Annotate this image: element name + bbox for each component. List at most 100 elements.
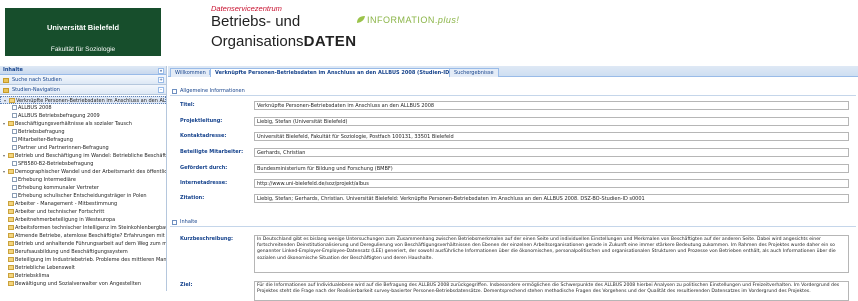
- study-tree: ▾ Verknüpfte Personen-Betriebsdaten im An…: [0, 95, 166, 288]
- tab-search-results[interactable]: Suchergebnisse: [449, 68, 499, 77]
- document-icon: [12, 113, 17, 118]
- contents-section: Inhalte Kurzbeschreibung: In Deutschland…: [170, 218, 856, 301]
- contents-header[interactable]: Inhalte: [170, 218, 856, 227]
- folder-icon: [8, 249, 14, 254]
- funded-by-field[interactable]: Bundesministerium für Bildung und Forsch…: [254, 164, 849, 173]
- document-icon: [12, 185, 17, 190]
- tree-item-label: Partner und Partnerinnen-Befragung: [18, 145, 109, 151]
- tree-folder[interactable]: Arbeitsformen technischer Intelligenz im…: [0, 224, 166, 232]
- contact-address-field[interactable]: Universität Bielefeld, Fakultät für Sozi…: [254, 132, 849, 141]
- sidebar-title: Inhalte: [3, 67, 23, 73]
- field-row-project-lead: Projektleitung: Liebig, Stefan (Universit…: [170, 116, 856, 127]
- tree-item-label: Arbeitnehmerbeteiligung in Westeuropa: [15, 217, 116, 223]
- search-studies-panel[interactable]: Suche nach Studien +: [0, 75, 166, 85]
- tree-item-label: Betriebsbefragung: [18, 129, 65, 135]
- sidebar: Inhalte « Suche nach Studien + Studien-N…: [0, 66, 167, 291]
- search-studies-label: Suche nach Studien: [12, 77, 62, 83]
- page-header: Universität Bielefeld Fakultät für Sozio…: [0, 0, 858, 66]
- tab-study-s0001[interactable]: Verknüpfte Personen-Betriebsdaten im Ans…: [210, 68, 478, 77]
- folder-icon: [8, 209, 14, 214]
- folder-icon: [8, 273, 14, 278]
- document-icon: [12, 105, 17, 110]
- tree-folder[interactable]: Betrieb und anhaltende Führungsarbeit au…: [0, 240, 166, 248]
- folder-icon: [8, 265, 14, 270]
- tree-item-label: Erhebung Intermediäre: [18, 177, 76, 183]
- navigation-folder-icon: [3, 88, 9, 93]
- field-row-citation: Zitation: Liebig, Stefan; Gerhards, Chris…: [170, 193, 856, 204]
- tree-folder[interactable]: Arbeiter und technischer Fortschritt: [0, 208, 166, 216]
- tree-item-label: ALLBUS Betriebsbefragung 2009: [18, 113, 100, 119]
- tree-item-label: Mitarbeiter-Befragung: [18, 137, 73, 143]
- contact-address-label: Kontaktadresse:: [180, 133, 227, 139]
- tree-item-label: Beschäftigungsverhältnisse als sozialer …: [15, 121, 132, 127]
- field-row-short-description: Kurzbeschreibung: In Deutschland gibt es…: [170, 234, 856, 273]
- title-label: Titel:: [180, 102, 195, 108]
- site-title-line1: Betriebs- und: [211, 13, 301, 30]
- university-logo[interactable]: Universität Bielefeld Fakultät für Sozio…: [5, 8, 161, 56]
- tree-leaf[interactable]: Partner und Partnerinnen-Befragung: [0, 144, 166, 152]
- search-folder-icon: [3, 78, 9, 83]
- tab-bar: Willkommen× Verknüpfte Personen-Betriebs…: [168, 66, 858, 77]
- website-field[interactable]: http://www.uni-bielefeld.de/soz/projekt/…: [254, 179, 849, 188]
- project-lead-label: Projektleitung:: [180, 118, 223, 124]
- general-information-section: Allgemeine Informationen Titel: Verknüpft…: [170, 87, 856, 203]
- tree-item-label: Erhebung kommunaler Vertreter: [18, 185, 99, 191]
- tree-folder[interactable]: Arbeiter - Management - Mitbestimmung: [0, 200, 166, 208]
- document-icon: [12, 145, 17, 150]
- tree-item-label: Bewältigung und Sozialverwalter von Ange…: [15, 281, 142, 287]
- tree-folder[interactable]: ▾ Verknüpfte Personen-Betriebsdaten im An…: [0, 96, 166, 104]
- expand-icon[interactable]: +: [158, 76, 164, 83]
- tree-leaf[interactable]: Erhebung Intermediäre: [0, 176, 166, 184]
- tree-leaf[interactable]: Erhebung schulischer Entscheidungsträger…: [0, 192, 166, 200]
- citation-field[interactable]: Liebig, Stefan; Gerhards, Christian. Uni…: [254, 194, 849, 203]
- tree-folder[interactable]: ▾ Demographischer Wandel und der Arbeitsm…: [0, 168, 166, 176]
- tree-item-label: Berufsausbildung und Beschäftigungssyste…: [15, 249, 128, 255]
- short-description-field[interactable]: In Deutschland gibt es bislang wenige Un…: [254, 235, 849, 273]
- website-label: Internetadresse:: [180, 180, 228, 186]
- information-plus-logo[interactable]: INFORMATION.plus!: [356, 15, 459, 25]
- tree-folder[interactable]: ▾ Beschäftigungsverhältnisse als sozialer…: [0, 120, 166, 128]
- citation-label: Zitation:: [180, 195, 205, 201]
- tree-leaf[interactable]: ALLBUS 2008: [0, 104, 166, 112]
- main-panel: Willkommen× Verknüpfte Personen-Betriebs…: [168, 66, 858, 301]
- collapse-toggle-icon[interactable]: [172, 220, 177, 225]
- tree-leaf[interactable]: ALLBUS Betriebsbefragung 2009: [0, 112, 166, 120]
- goal-field[interactable]: Für die Informationen auf Individualeben…: [254, 281, 849, 301]
- title-field[interactable]: Verknüpfte Personen-Betriebsdaten im Ans…: [254, 101, 849, 110]
- tree-item-label: Beteiligung im Industriebetrieb. Problem…: [15, 257, 166, 263]
- folder-icon: [8, 217, 14, 222]
- field-row-goal: Ziel: Für die Informationen auf Individu…: [170, 280, 856, 301]
- staff-field[interactable]: Gerhards, Christian: [254, 148, 849, 157]
- university-name: Universität Bielefeld: [46, 23, 120, 32]
- general-information-header[interactable]: Allgemeine Informationen: [170, 87, 856, 96]
- minimize-icon[interactable]: –: [158, 86, 164, 93]
- tree-folder[interactable]: Atmende Betriebe, atemlose Beschäftigte?…: [0, 232, 166, 240]
- tree-leaf[interactable]: Mitarbeiter-Befragung: [0, 136, 166, 144]
- folder-icon: [9, 98, 15, 103]
- faculty-name: Fakultät für Soziologie: [50, 46, 116, 53]
- tree-leaf[interactable]: Betriebsbefragung: [0, 128, 166, 136]
- folder-icon: [8, 241, 14, 246]
- tree-folder[interactable]: Beteiligung im Industriebetrieb. Problem…: [0, 256, 166, 264]
- datenservicezentrum-label: Datenservicezentrum: [211, 4, 282, 13]
- tree-item-label: SFB580-B2-Betriebsbefragung: [18, 161, 94, 167]
- tree-leaf[interactable]: Erhebung kommunaler Vertreter: [0, 184, 166, 192]
- tree-folder[interactable]: Bewältigung und Sozialverwalter von Ange…: [0, 280, 166, 288]
- project-lead-field[interactable]: Liebig, Stefan (Universität Bielefeld): [254, 117, 849, 126]
- study-navigation-panel[interactable]: Studien-Navigation –: [0, 85, 166, 95]
- tree-item-label: Betrieb und Beschäftigung im Wandel: Bet…: [15, 153, 166, 159]
- tree-folder[interactable]: ▾ Betrieb und Beschäftigung im Wandel: Be…: [0, 152, 166, 160]
- folder-icon: [8, 201, 14, 206]
- document-icon: [12, 129, 17, 134]
- field-row-title: Titel: Verknüpfte Personen-Betriebsdaten …: [170, 100, 856, 111]
- collapse-icon[interactable]: «: [158, 67, 164, 74]
- collapse-toggle-icon[interactable]: [172, 89, 177, 94]
- folder-icon: [8, 225, 14, 230]
- tree-folder[interactable]: Berufsausbildung und Beschäftigungssyste…: [0, 248, 166, 256]
- tree-item-label: ALLBUS 2008: [18, 105, 52, 111]
- tree-folder[interactable]: Arbeitnehmerbeteiligung in Westeuropa: [0, 216, 166, 224]
- tree-leaf[interactable]: SFB580-B2-Betriebsbefragung: [0, 160, 166, 168]
- field-row-contact-address: Kontaktadresse: Universität Bielefeld, Fa…: [170, 131, 856, 142]
- tree-folder[interactable]: Betriebsklima: [0, 272, 166, 280]
- tree-folder[interactable]: Betriebliche Lebenswelt: [0, 264, 166, 272]
